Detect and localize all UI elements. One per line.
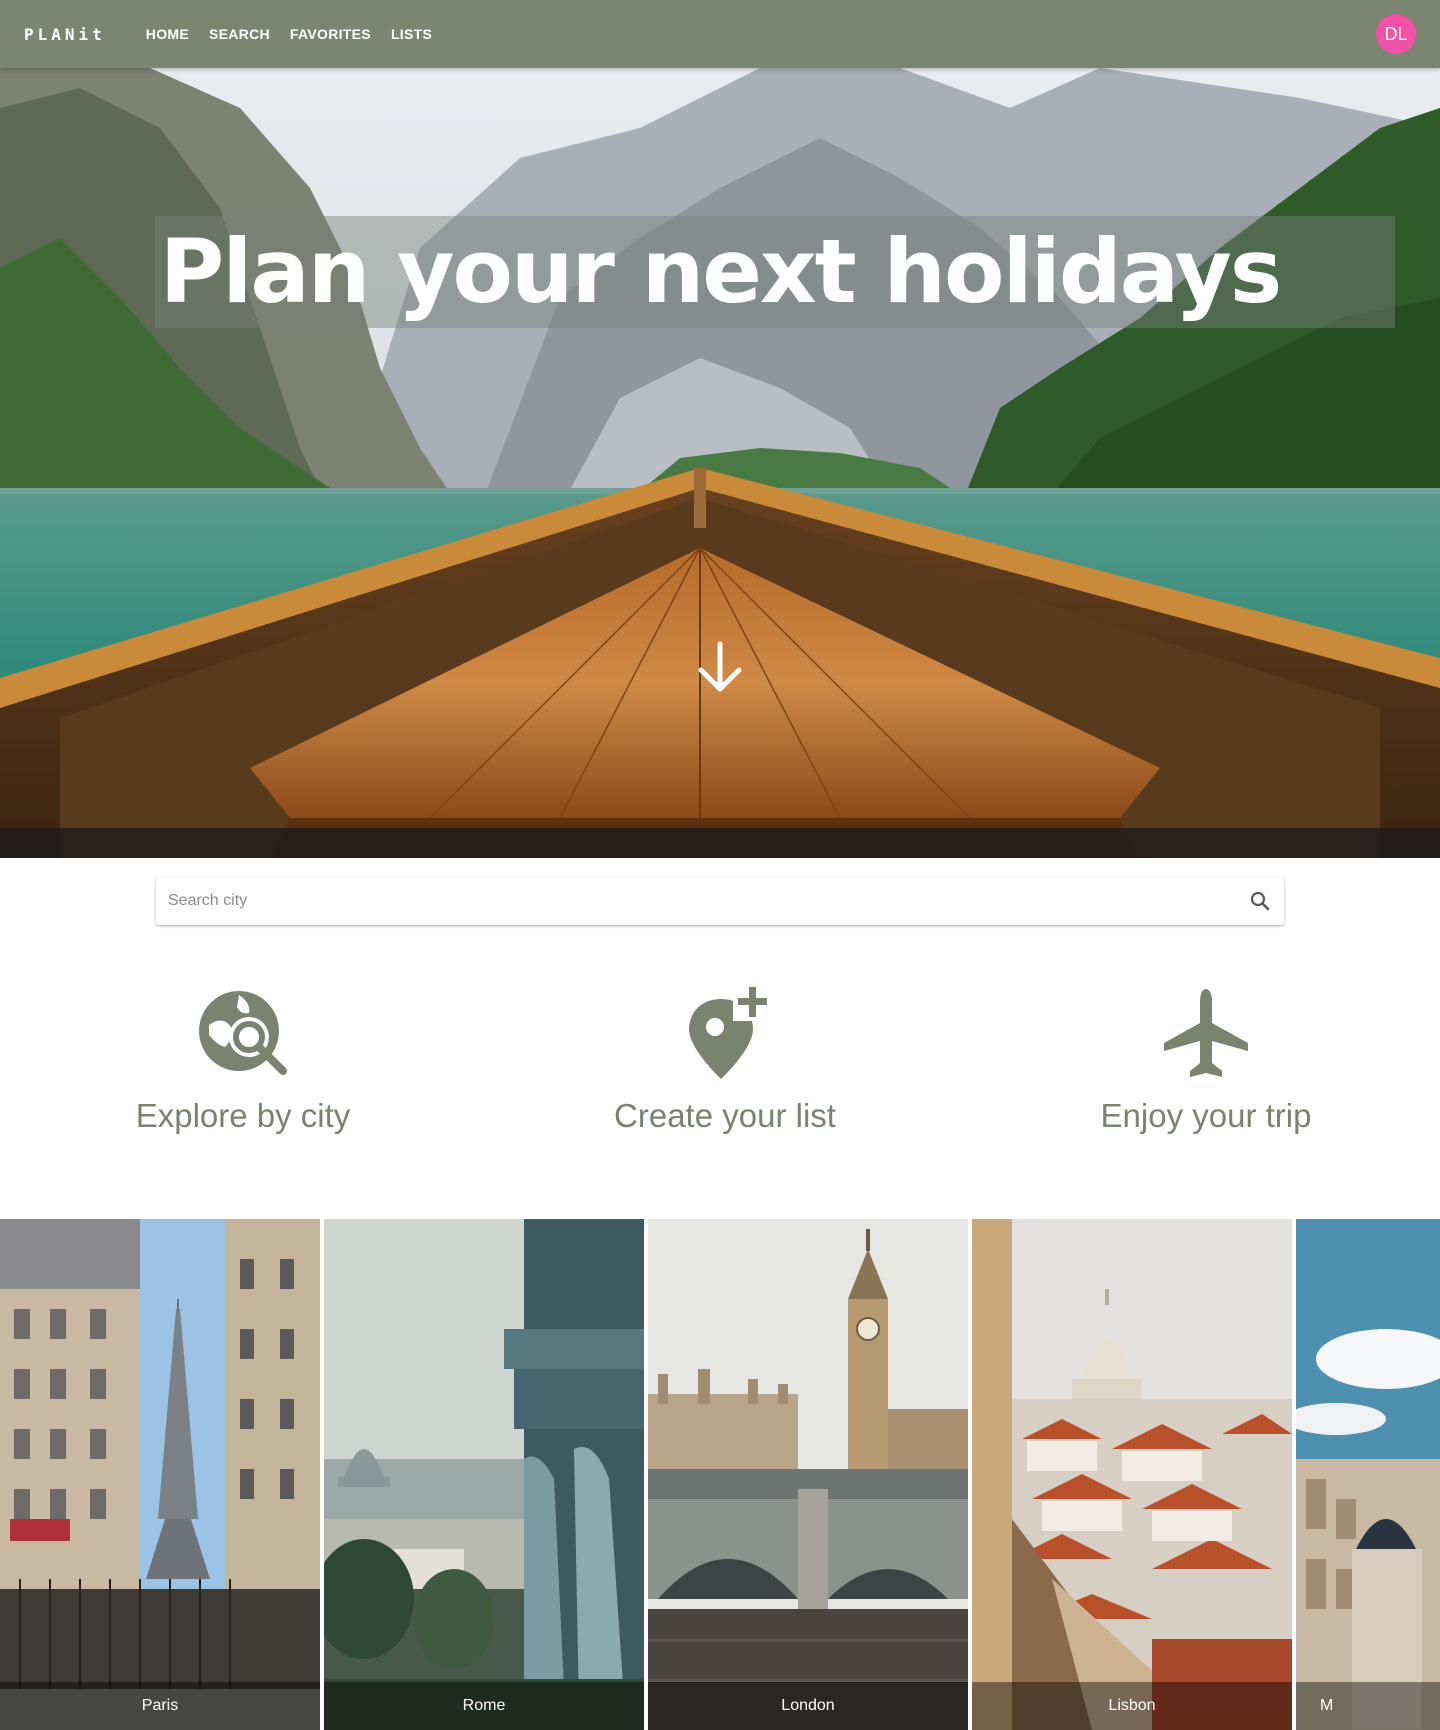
hero-section: Plan your next holidays — [0, 68, 1440, 858]
city-caption-lisbon: Lisbon — [972, 1682, 1292, 1730]
feature-create-list: Create your list — [525, 985, 925, 1135]
arrow-down-icon[interactable] — [695, 640, 745, 694]
london-photo — [648, 1219, 968, 1730]
hero-title: Plan your next holidays — [159, 220, 1282, 323]
user-avatar[interactable]: DL — [1376, 14, 1416, 54]
main-nav: HOME SEARCH FAVORITES LISTS — [136, 18, 442, 50]
city-card-paris[interactable]: Paris — [0, 1219, 320, 1730]
city-partial-photo — [1296, 1219, 1440, 1730]
feature-explore-label: Explore by city — [135, 1097, 351, 1134]
lisbon-photo — [972, 1219, 1292, 1730]
hero-background-image — [0, 68, 1440, 858]
city-search-bar — [156, 877, 1284, 925]
search-city-input[interactable] — [168, 892, 1248, 910]
city-carousel: Paris Rome London Lisbon M — [0, 1219, 1440, 1730]
nav-link-lists[interactable]: LISTS — [381, 18, 442, 50]
paris-photo — [0, 1219, 320, 1730]
city-caption-partial: M — [1296, 1682, 1440, 1730]
city-caption-rome: Rome — [324, 1682, 644, 1730]
feature-enjoy-trip-label: Enjoy your trip — [1100, 1097, 1312, 1134]
travel-explore-icon — [199, 991, 287, 1075]
brand-logo[interactable]: PLANit — [24, 25, 106, 44]
city-caption-london: London — [648, 1682, 968, 1730]
nav-link-search[interactable]: SEARCH — [199, 18, 280, 50]
city-caption-paris: Paris — [0, 1682, 320, 1730]
airplane-icon — [1164, 989, 1248, 1077]
search-icon[interactable] — [1248, 889, 1272, 913]
nav-link-home[interactable]: HOME — [136, 18, 199, 50]
top-navbar: PLANit HOME SEARCH FAVORITES LISTS DL — [0, 0, 1440, 68]
nav-link-favorites[interactable]: FAVORITES — [280, 18, 381, 50]
add-location-icon — [689, 985, 773, 1079]
city-card-london[interactable]: London — [648, 1219, 968, 1730]
rome-photo — [324, 1219, 644, 1730]
feature-enjoy-trip: Enjoy your trip — [1006, 985, 1406, 1135]
city-card-lisbon[interactable]: Lisbon — [972, 1219, 1292, 1730]
city-card-rome[interactable]: Rome — [324, 1219, 644, 1730]
feature-create-list-label: Create your list — [614, 1097, 836, 1134]
feature-explore: Explore by city — [43, 985, 443, 1135]
city-card-partial[interactable]: M — [1296, 1219, 1440, 1730]
